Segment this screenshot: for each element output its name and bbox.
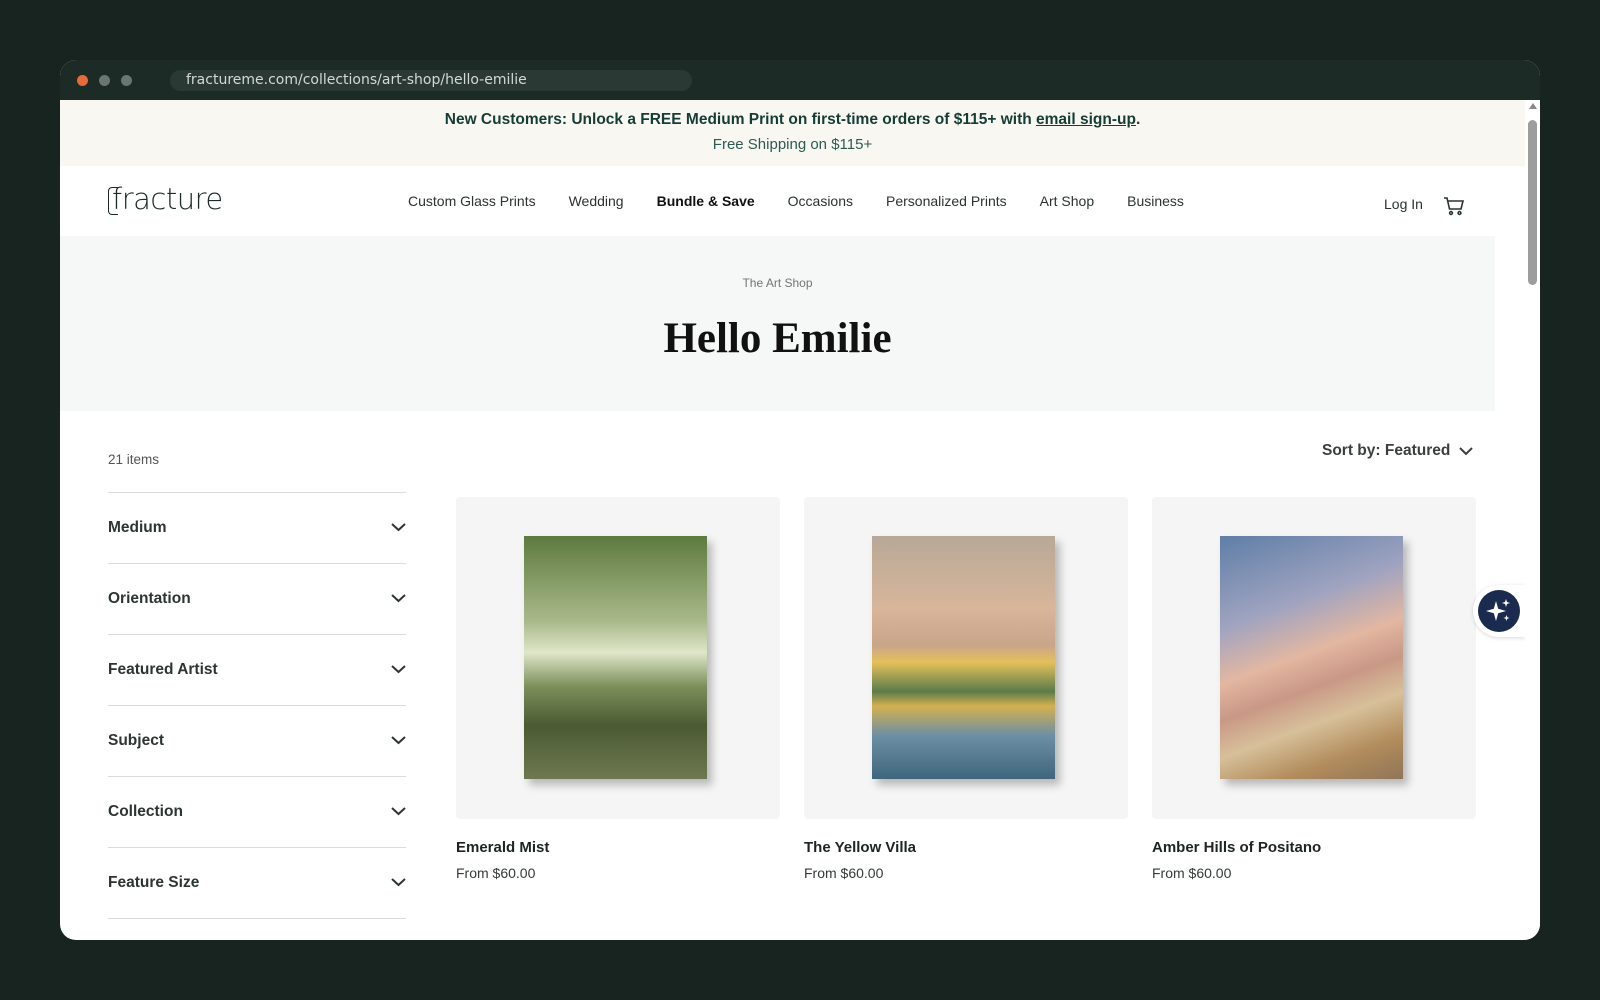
ai-assistant-button[interactable] xyxy=(1473,585,1525,637)
product-price: From $60.00 xyxy=(1152,865,1232,881)
product-name[interactable]: Amber Hills of Positano xyxy=(1152,839,1476,856)
sparkle-icon xyxy=(1486,599,1510,621)
close-window-button[interactable] xyxy=(77,75,88,86)
nav-bundle-save[interactable]: Bundle & Save xyxy=(657,193,755,209)
ai-button-circle xyxy=(1478,590,1520,632)
filter-label: Medium xyxy=(108,519,167,536)
announcement-headline: New Customers: Unlock a FREE Medium Prin… xyxy=(60,111,1525,129)
site-header: fracture Custom Glass Prints Wedding Bun… xyxy=(60,166,1525,236)
product-image xyxy=(872,536,1055,779)
filter-medium[interactable]: Medium xyxy=(108,492,406,563)
announcement-period: . xyxy=(1135,111,1141,128)
login-link[interactable]: Log In xyxy=(1384,196,1423,212)
product-price: From $60.00 xyxy=(804,865,884,881)
announcement-bar: New Customers: Unlock a FREE Medium Prin… xyxy=(60,100,1525,166)
filter-label: Featured Artist xyxy=(108,661,218,678)
nav-wedding[interactable]: Wedding xyxy=(569,193,624,209)
chevron-down-icon xyxy=(391,523,406,532)
nav-occasions[interactable]: Occasions xyxy=(788,193,853,209)
announcement-text: New Customers: Unlock a FREE Medium Prin… xyxy=(444,111,1037,128)
scroll-up-arrow-icon[interactable] xyxy=(1529,103,1537,109)
chevron-down-icon xyxy=(391,665,406,674)
filter-label: Collection xyxy=(108,803,183,820)
filter-sidebar: Medium Orientation Featured Artist Subje… xyxy=(108,492,406,919)
sort-label: Sort by: Featured xyxy=(1322,442,1451,459)
product-card[interactable]: Emerald Mist From $60.00 xyxy=(456,497,780,881)
chevron-down-icon xyxy=(391,807,406,816)
free-shipping-text: Free Shipping on $115+ xyxy=(712,136,873,153)
product-name[interactable]: The Yellow Villa xyxy=(804,839,1128,856)
filter-orientation[interactable]: Orientation xyxy=(108,563,406,634)
chevron-down-icon xyxy=(391,878,406,887)
product-image xyxy=(1220,536,1403,779)
scrollbar-thumb[interactable] xyxy=(1528,120,1537,285)
item-count: 21 items xyxy=(108,452,160,467)
filter-divider xyxy=(108,918,406,919)
collection-hero: The Art Shop Hello Emilie xyxy=(60,236,1495,411)
filter-label: Feature Size xyxy=(108,874,200,891)
sort-dropdown[interactable]: Sort by: Featured xyxy=(1322,442,1474,460)
page-title: Hello Emilie xyxy=(663,315,892,362)
product-card[interactable]: Amber Hills of Positano From $60.00 xyxy=(1152,497,1476,881)
filter-feature-size[interactable]: Feature Size xyxy=(108,847,406,918)
chevron-down-icon xyxy=(391,594,406,603)
maximize-window-button[interactable] xyxy=(121,75,132,86)
chevron-down-icon xyxy=(1459,446,1474,455)
browser-window: fractureme.com/collections/art-shop/hell… xyxy=(60,60,1540,940)
email-signup-link[interactable]: email sign-up xyxy=(1036,111,1136,128)
breadcrumb[interactable]: The Art Shop xyxy=(60,276,1495,290)
scrollbar[interactable] xyxy=(1525,100,1540,940)
minimize-window-button[interactable] xyxy=(99,75,110,86)
browser-titlebar: fractureme.com/collections/art-shop/hell… xyxy=(60,60,1540,100)
cart-icon[interactable] xyxy=(1443,196,1465,216)
product-name[interactable]: Emerald Mist xyxy=(456,839,780,856)
main-nav: Custom Glass Prints Wedding Bundle & Sav… xyxy=(408,166,1217,236)
chevron-down-icon xyxy=(391,736,406,745)
product-price: From $60.00 xyxy=(456,865,536,881)
filter-label: Orientation xyxy=(108,590,191,607)
filter-featured-artist[interactable]: Featured Artist xyxy=(108,634,406,705)
logo-wordmark: fracture xyxy=(112,182,223,216)
filter-collection[interactable]: Collection xyxy=(108,776,406,847)
product-image xyxy=(524,536,707,779)
product-card[interactable]: The Yellow Villa From $60.00 xyxy=(804,497,1128,881)
filter-label: Subject xyxy=(108,732,164,749)
nav-personalized-prints[interactable]: Personalized Prints xyxy=(886,193,1007,209)
nav-custom-glass-prints[interactable]: Custom Glass Prints xyxy=(408,193,536,209)
address-bar[interactable]: fractureme.com/collections/art-shop/hell… xyxy=(170,70,692,91)
product-image-frame[interactable] xyxy=(804,497,1128,819)
nav-business[interactable]: Business xyxy=(1127,193,1184,209)
nav-art-shop[interactable]: Art Shop xyxy=(1040,193,1094,209)
product-image-frame[interactable] xyxy=(456,497,780,819)
filter-subject[interactable]: Subject xyxy=(108,705,406,776)
page-viewport: New Customers: Unlock a FREE Medium Prin… xyxy=(60,100,1540,940)
product-image-frame[interactable] xyxy=(1152,497,1476,819)
